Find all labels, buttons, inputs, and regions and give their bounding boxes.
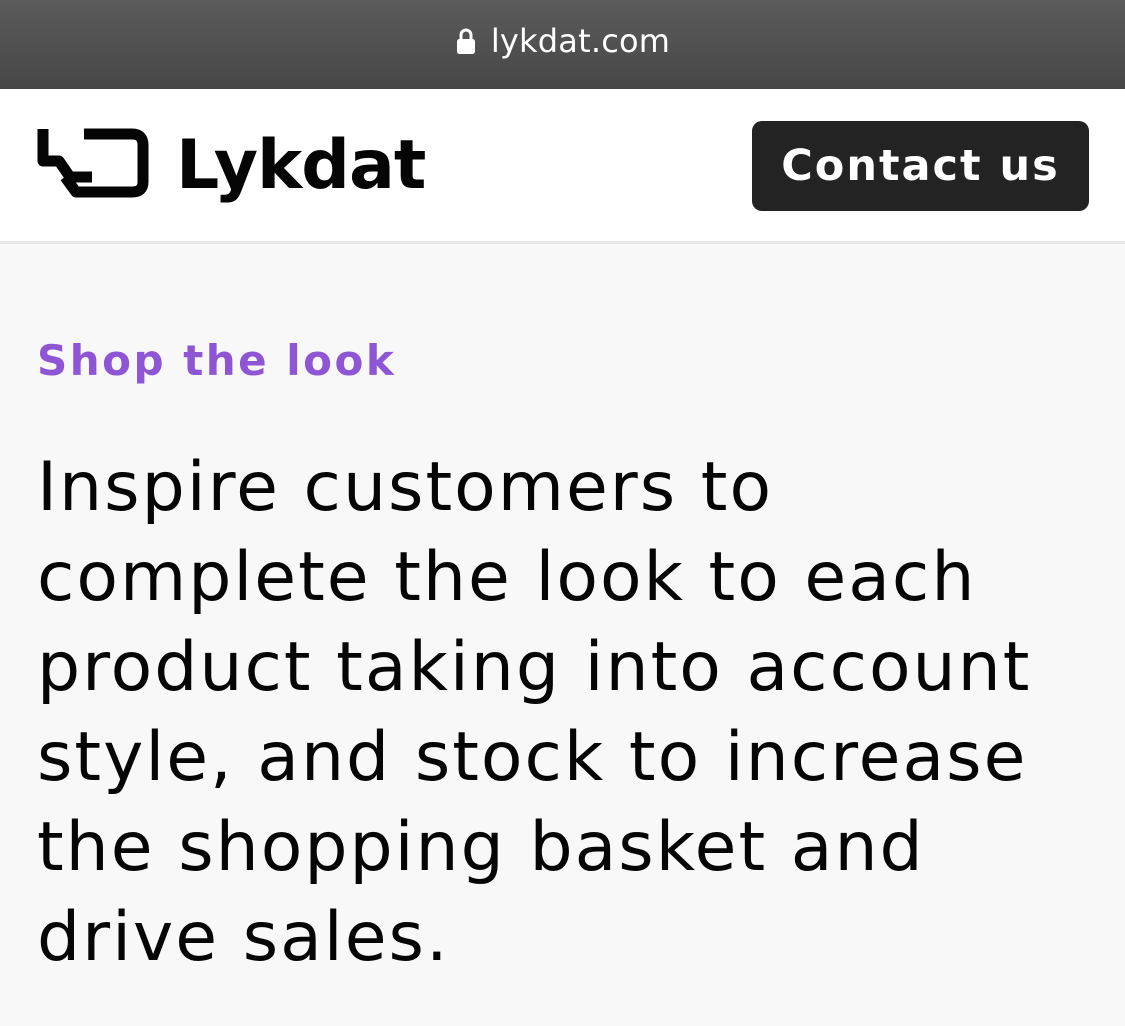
hero-section: Shop the look Inspire customers to compl… — [0, 336, 1125, 983]
brand-logo-link[interactable]: Lykdat — [36, 126, 426, 205]
browser-url-bar[interactable]: lykdat.com — [0, 0, 1125, 89]
contact-us-button[interactable]: Contact us — [752, 121, 1089, 211]
lock-icon — [456, 28, 475, 54]
site-header: Lykdat Contact us — [0, 89, 1125, 244]
brand-name: Lykdat — [176, 126, 426, 205]
url-display[interactable]: lykdat.com — [455, 22, 670, 60]
hero-headline: Inspire customers to complete the look t… — [37, 448, 1032, 978]
url-text: lykdat.com — [490, 21, 671, 60]
section-eyebrow: Shop the look — [37, 336, 397, 385]
lykdat-logo-mark-icon — [37, 128, 149, 198]
